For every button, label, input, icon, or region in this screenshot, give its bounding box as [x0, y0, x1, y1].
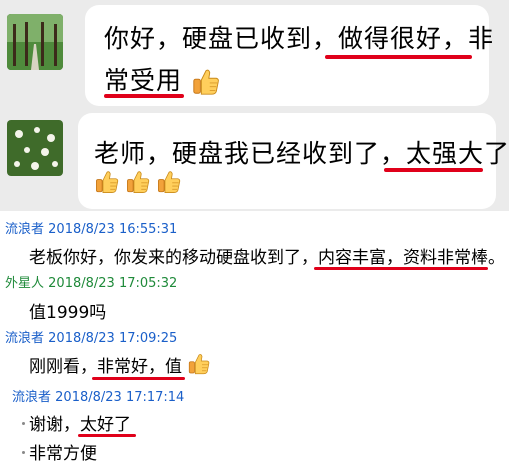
- message-text: 老板你好，你发来的移动硬盘收到了，内容丰富，资料非常棒。: [29, 243, 505, 268]
- thumbs-up-group: [94, 169, 182, 195]
- message-text-highlighted: 内容丰富，资料非常棒。: [318, 248, 505, 268]
- message-header: 流浪者 2018/8/23 17:09:25: [5, 327, 177, 346]
- message-time: 2018/8/23 17:05:32: [48, 276, 178, 291]
- highlight-underline: [384, 168, 483, 172]
- message-text-highlighted: 常受用: [104, 66, 183, 95]
- thumbs-up-icon: [125, 169, 151, 195]
- highlight-underline: [104, 94, 184, 98]
- message-text-highlighted: 非常好，值: [97, 357, 182, 377]
- message-text: 值1999吗: [29, 298, 106, 323]
- highlight-underline: [92, 377, 185, 380]
- thumbs-up-icon: [191, 67, 221, 97]
- bullet-dot: [22, 451, 25, 454]
- message-time: 2018/8/23 16:55:31: [48, 222, 178, 237]
- message-time: 2018/8/23 17:09:25: [48, 331, 178, 346]
- message-text: 谢谢，太好了: [29, 410, 131, 435]
- message-text-plain: 你好，硬盘已收到，: [104, 24, 339, 53]
- message-header: 外星人 2018/8/23 17:05:32: [5, 272, 177, 291]
- message-text: 刚刚看，非常好，值: [29, 352, 211, 377]
- message-time: 2018/8/23 17:17:14: [55, 390, 185, 405]
- message-text: 你好，硬盘已收到，做得很好，非: [104, 19, 494, 55]
- bullet-dot: [22, 422, 25, 425]
- thumbs-up-icon: [187, 352, 211, 376]
- message-text-plain: 老师，硬盘我已经收到了，: [94, 139, 407, 168]
- message-text-plain: 谢谢，: [29, 415, 80, 435]
- message-text-plain: 非常方便: [29, 444, 97, 464]
- message-text: 常受用: [104, 61, 221, 97]
- message-text-plain: 值1999吗: [29, 303, 107, 323]
- message-header: 流浪者 2018/8/23 17:17:14: [12, 386, 184, 405]
- highlight-underline: [314, 267, 488, 270]
- avatar-trees[interactable]: [7, 14, 63, 70]
- sender-name: 流浪者: [5, 331, 45, 346]
- message-text-highlighted: 太好了: [80, 415, 131, 435]
- thumbs-up-icon: [156, 169, 182, 195]
- sender-name: 外星人: [5, 276, 45, 291]
- highlight-underline: [325, 55, 472, 59]
- message-text-highlighted: 太强大了: [406, 139, 509, 168]
- message-text-plain: 刚刚看，: [29, 357, 97, 377]
- thumbs-up-icon: [94, 169, 120, 195]
- message-header: 流浪者 2018/8/23 16:55:31: [5, 218, 177, 237]
- message-text-highlighted: 做得很好，非: [338, 24, 495, 53]
- avatar-flowers[interactable]: [7, 120, 63, 176]
- sender-name: 流浪者: [5, 222, 45, 237]
- highlight-underline: [78, 434, 136, 437]
- sender-name: 流浪者: [12, 390, 52, 405]
- message-text-plain: 老板你好，你发来的移动硬盘收到了，: [29, 248, 318, 268]
- message-text: 非常方便: [29, 439, 97, 464]
- message-text: 老师，硬盘我已经收到了，太强大了: [94, 134, 509, 170]
